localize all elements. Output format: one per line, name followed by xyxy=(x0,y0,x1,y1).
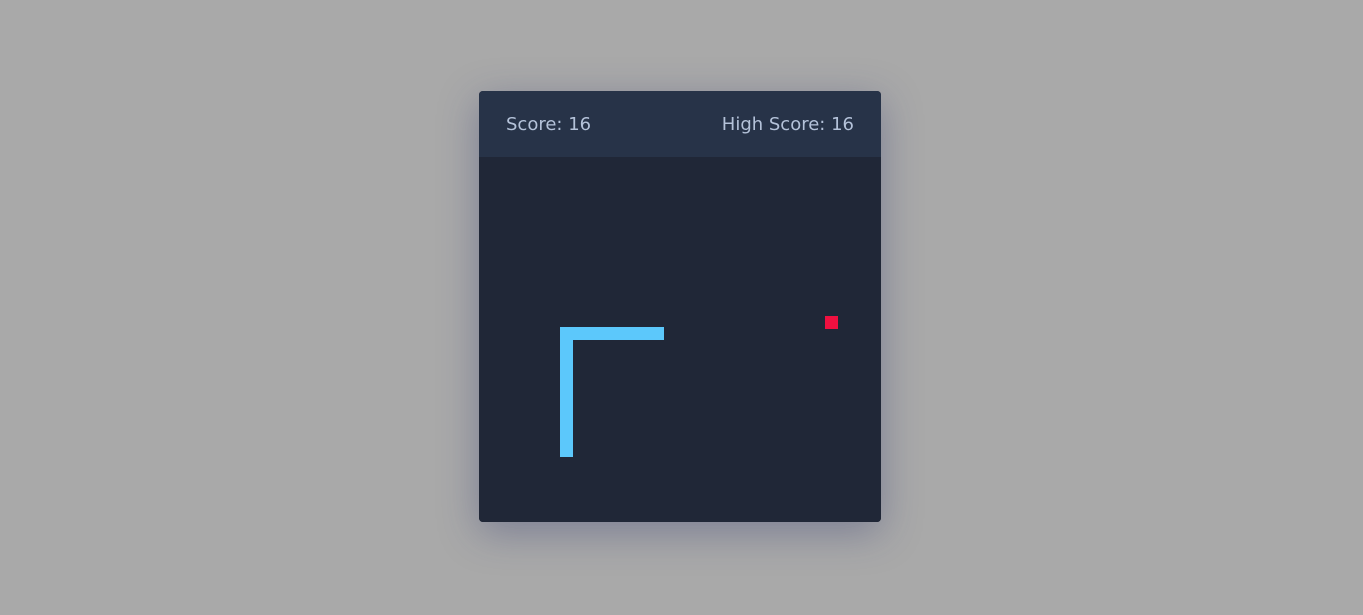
game-board[interactable] xyxy=(479,157,881,522)
snake-segment xyxy=(560,327,573,340)
score-label: Score: xyxy=(506,113,563,135)
snake-segment xyxy=(612,327,625,340)
snake-segment xyxy=(560,340,573,353)
high-score-label: High Score: xyxy=(721,113,826,135)
high-score-value: 16 xyxy=(831,113,854,135)
snake-segment xyxy=(560,418,573,431)
score-display: Score: 16 xyxy=(506,114,591,135)
snake-segment xyxy=(560,392,573,405)
food-pellet xyxy=(825,316,838,329)
snake-segment xyxy=(586,327,599,340)
snake-segment xyxy=(560,379,573,392)
snake-segment xyxy=(573,327,586,340)
snake-segment xyxy=(625,327,638,340)
snake-segment xyxy=(638,327,651,340)
score-value: 16 xyxy=(568,113,592,135)
snake-game: Score: 16 High Score: 16 xyxy=(479,91,881,522)
snake-head xyxy=(651,327,664,340)
snake-segment xyxy=(599,327,612,340)
snake-segment xyxy=(560,405,573,418)
snake-segment xyxy=(560,353,573,366)
high-score-display: High Score: 16 xyxy=(722,114,854,135)
snake-segment xyxy=(560,444,573,457)
snake-segment xyxy=(560,431,573,444)
snake-segment xyxy=(560,366,573,379)
score-bar: Score: 16 High Score: 16 xyxy=(479,91,881,157)
